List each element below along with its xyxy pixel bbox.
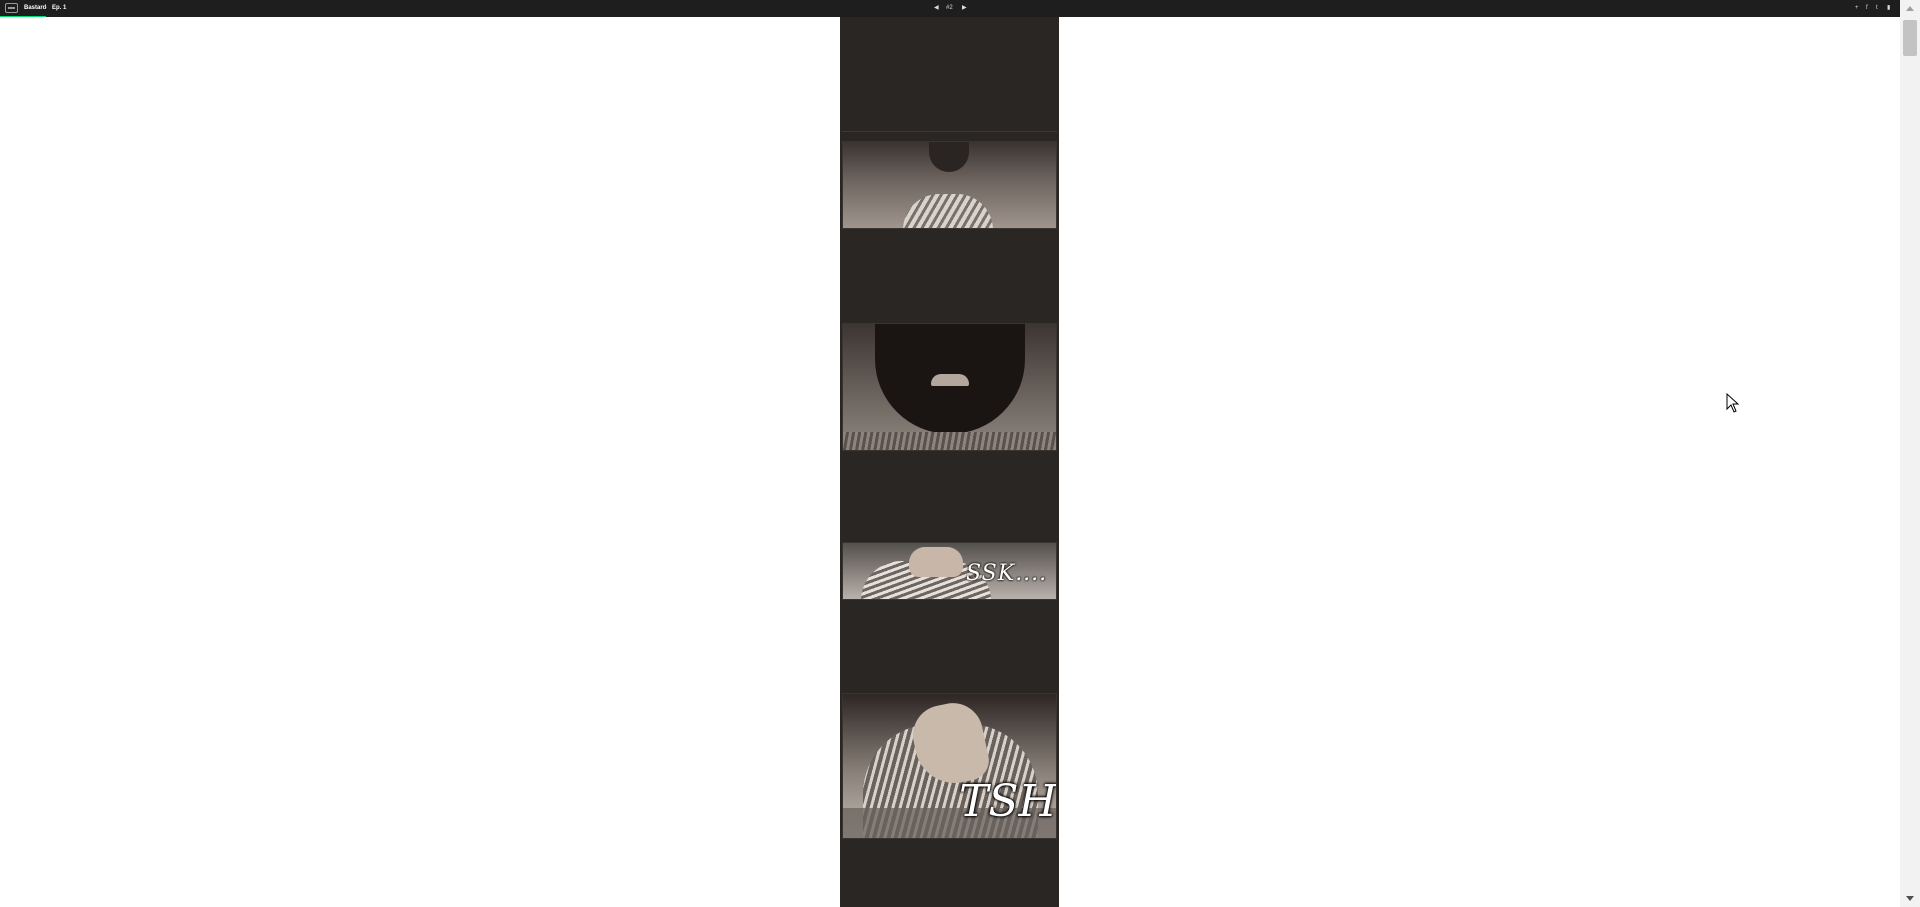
- figure-mouth: [931, 374, 969, 386]
- next-arrow-icon[interactable]: ▶: [962, 4, 967, 12]
- figure-neck: [929, 142, 969, 172]
- facebook-icon[interactable]: f: [1866, 4, 1868, 12]
- sound-effect-text: TSH: [959, 776, 1057, 827]
- prev-arrow-icon[interactable]: ◀: [934, 4, 939, 12]
- breadcrumb-separator: ›: [45, 5, 47, 11]
- panel-divider: [842, 131, 1057, 132]
- viewer-header: Bastard › Ep. 1 ◀ #2 ▶ + f t ▮: [0, 0, 1900, 17]
- scroll-down-icon[interactable]: [1906, 896, 1914, 901]
- series-title-link[interactable]: Bastard: [24, 4, 46, 12]
- figure-hands: [903, 194, 993, 228]
- webtoon-logo-icon[interactable]: [5, 3, 18, 13]
- episode-title: Ep. 1: [52, 5, 67, 11]
- comic-panel-hand: TSH: [842, 693, 1057, 839]
- twitter-icon[interactable]: t: [1876, 4, 1878, 12]
- page-scrollbar[interactable]: [1900, 0, 1920, 907]
- comic-panel-fist: SSK....: [842, 542, 1057, 600]
- add-icon[interactable]: +: [1855, 4, 1859, 12]
- episode-number: #2: [946, 5, 953, 11]
- bookmark-icon[interactable]: ▮: [1887, 4, 1890, 12]
- scrollbar-thumb[interactable]: [1903, 20, 1917, 56]
- comic-panel-shirt: [842, 141, 1057, 229]
- scroll-up-icon[interactable]: [1906, 6, 1914, 11]
- figure-shirt: [843, 432, 1056, 450]
- sound-effect-text: SSK....: [966, 561, 1048, 586]
- reading-progress-bar: [0, 16, 46, 17]
- comic-strip: SSK.... TSH: [840, 17, 1059, 907]
- comic-panel-face: [842, 323, 1057, 451]
- figure-fist: [909, 547, 963, 577]
- episode-pager: ◀ #2 ▶: [930, 3, 970, 15]
